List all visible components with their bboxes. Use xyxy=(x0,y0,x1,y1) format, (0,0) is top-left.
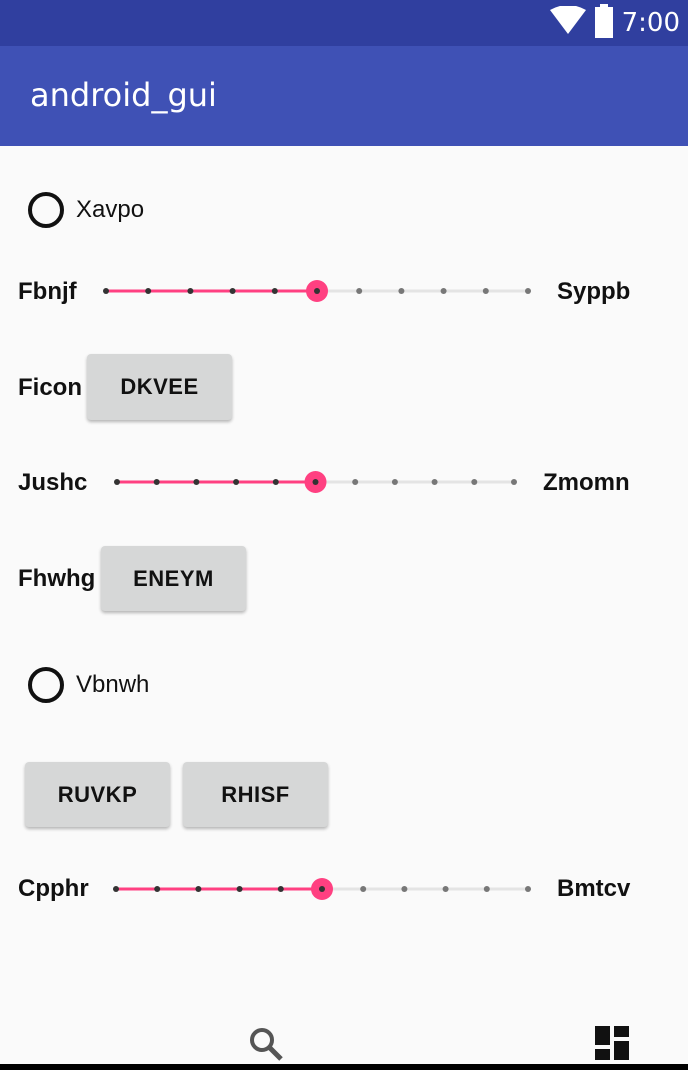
slider-right-label: Bmtcv xyxy=(557,875,631,902)
status-time: 7:00 xyxy=(621,8,680,38)
ficon-label: Ficon xyxy=(18,374,82,401)
seekbar-tick xyxy=(103,288,109,294)
seekbar-1[interactable] xyxy=(98,276,538,306)
seekbar-tick xyxy=(471,479,478,485)
seekbar-tick xyxy=(277,886,284,892)
app-bar: android_gui xyxy=(0,46,688,146)
seekbar-thumb-dot xyxy=(319,886,325,892)
seekbar-tick xyxy=(187,288,194,294)
seekbar-tick xyxy=(352,479,359,485)
battery-icon xyxy=(594,3,614,43)
dashboard-icon[interactable] xyxy=(595,1026,629,1065)
seekbar-tick xyxy=(391,479,398,485)
seekbar-tick xyxy=(525,288,531,294)
seekbar-tick xyxy=(229,288,236,294)
seekbar-tick xyxy=(233,479,240,485)
seekbar-tick xyxy=(360,886,367,892)
slider-right-label: Syppb xyxy=(557,278,631,305)
app-title: android_gui xyxy=(30,76,217,114)
status-icons: 7:00 xyxy=(549,3,680,43)
seekbar-tick xyxy=(113,886,119,892)
fhwhg-label: Fhwhg xyxy=(18,565,96,592)
seekbar-tick xyxy=(195,886,202,892)
seekbar-2[interactable] xyxy=(108,467,528,497)
seekbar-tick xyxy=(193,479,200,485)
seekbar-tick xyxy=(483,886,490,892)
slider-right-label: Zmomn xyxy=(543,469,630,496)
radio-vbnwh[interactable]: Vbnwh xyxy=(28,667,149,703)
seekbar-tick xyxy=(511,479,517,485)
slider-left-label: Jushc xyxy=(18,469,88,496)
bottom-edge xyxy=(0,1064,688,1070)
seekbar-tick xyxy=(398,288,405,294)
seekbar-svg[interactable] xyxy=(98,276,538,306)
seekbar-tick xyxy=(272,479,279,485)
radio-label: Xavpo xyxy=(76,196,145,223)
seekbar-tick xyxy=(442,886,449,892)
seekbar-tick xyxy=(145,288,152,294)
seekbar-thumb-dot xyxy=(314,288,320,294)
status-bar: 7:00 xyxy=(0,0,688,46)
seekbar-tick xyxy=(154,886,161,892)
seekbar-tick xyxy=(482,288,489,294)
seekbar-svg[interactable] xyxy=(108,874,538,904)
seekbar-tick xyxy=(525,886,531,892)
slider-left-label: Cpphr xyxy=(18,875,89,902)
rhisf-button[interactable]: RHISF xyxy=(183,762,328,827)
radio-button-circle[interactable] xyxy=(28,192,64,228)
seekbar-tick xyxy=(356,288,363,294)
seekbar-3[interactable] xyxy=(108,874,538,904)
slider-left-label: Fbnjf xyxy=(18,278,77,305)
radio-button-circle[interactable] xyxy=(28,667,64,703)
seekbar-tick xyxy=(431,479,438,485)
dkvee-button[interactable]: DKVEE xyxy=(87,354,232,420)
ruvkp-button[interactable]: RUVKP xyxy=(25,762,170,827)
seekbar-tick xyxy=(153,479,160,485)
seekbar-tick xyxy=(440,288,447,294)
eneym-button[interactable]: ENEYM xyxy=(101,546,246,611)
radio-xavpo[interactable]: Xavpo xyxy=(28,192,144,228)
seekbar-svg[interactable] xyxy=(108,467,528,497)
seekbar-tick xyxy=(236,886,243,892)
bottom-navigation xyxy=(0,1010,688,1070)
seekbar-tick xyxy=(271,288,278,294)
radio-label: Vbnwh xyxy=(76,671,150,698)
search-icon[interactable] xyxy=(248,1026,284,1067)
seekbar-tick xyxy=(114,479,120,485)
wifi-icon xyxy=(549,4,586,41)
seekbar-tick xyxy=(401,886,408,892)
seekbar-thumb-dot xyxy=(312,479,319,485)
